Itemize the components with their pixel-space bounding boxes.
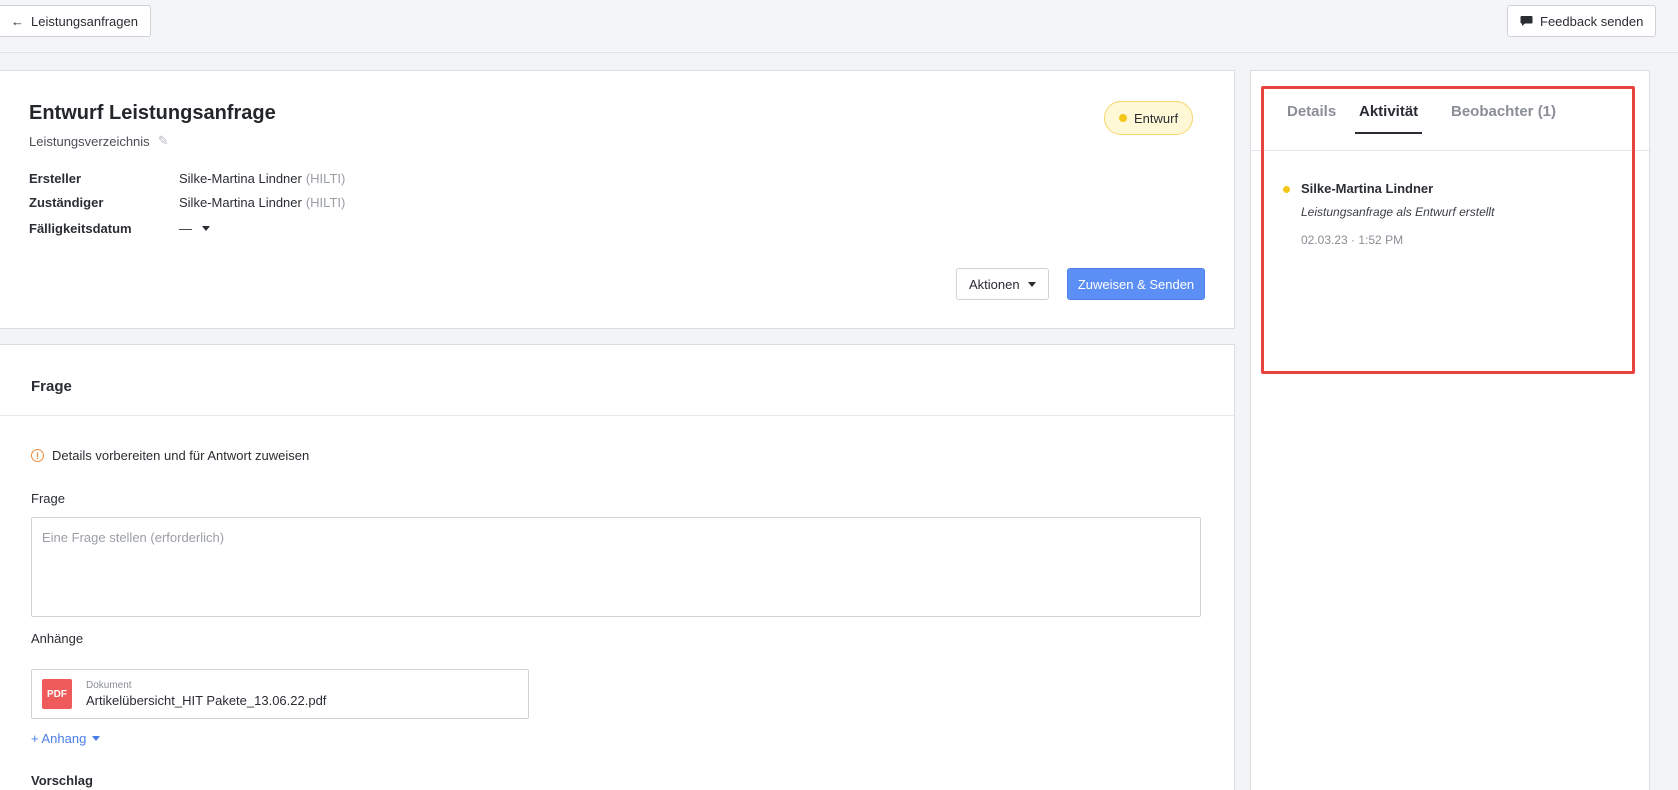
actions-button-label: Aktionen (969, 276, 1020, 292)
request-header-card: Entwurf Leistungsanfrage Leistungsverzei… (0, 70, 1235, 329)
due-date-dropdown[interactable]: — (179, 221, 210, 236)
request-subtitle: Leistungsverzeichnis ✎ (29, 133, 169, 149)
sidebar-panel: Details Aktivität Beobachter (1) Silke-M… (1250, 70, 1651, 790)
sidebar-tabs: Details Aktivität Beobachter (1) (1251, 71, 1651, 151)
tab-details[interactable]: Details (1287, 103, 1336, 132)
info-message-text: Details vorbereiten und für Antwort zuwe… (52, 448, 310, 463)
add-attachment-label: + Anhang (31, 731, 87, 746)
creator-row: Ersteller Silke-Martina Lindner (HILTI) (29, 171, 345, 186)
question-field-label: Frage (31, 491, 65, 506)
add-attachment-button[interactable]: + Anhang (31, 731, 101, 746)
due-date-value: — (179, 221, 192, 236)
speech-bubble-icon (1520, 16, 1533, 26)
tab-observers[interactable]: Beobachter (1) (1451, 103, 1556, 132)
suggestion-label: Vorschlag (31, 773, 93, 788)
section-divider (0, 415, 1234, 416)
activity-time: 02.03.23 · 1:52 PM (1301, 233, 1404, 247)
creator-label: Ersteller (29, 171, 82, 186)
due-date-label: Fälligkeitsdatum (29, 221, 132, 236)
subtitle-text: Leistungsverzeichnis (29, 133, 150, 149)
status-badge-label: Entwurf (1134, 110, 1179, 126)
top-bar: ← Leistungsanfragen Feedback senden (0, 0, 1678, 53)
assignee-name: Silke-Martina Lindner (179, 195, 302, 210)
status-badge: Entwurf (1104, 101, 1194, 135)
section-title: Frage (31, 378, 72, 395)
creator-company: (HILTI) (305, 171, 346, 186)
assignee-label: Zuständiger (29, 195, 104, 210)
alert-circle-icon: ! (31, 449, 44, 462)
back-button-label: Leistungsanfragen (31, 13, 138, 29)
creator-name: Silke-Martina Lindner (179, 171, 302, 186)
arrow-left-icon: ← (11, 13, 24, 29)
attachments-label: Anhänge (31, 631, 84, 646)
tab-activity[interactable]: Aktivität (1355, 103, 1423, 134)
assignee-row: Zuständiger Silke-Martina Lindner (HILTI… (29, 195, 345, 210)
chevron-down-icon (1027, 281, 1036, 287)
activity-user: Silke-Martina Lindner (1301, 181, 1434, 196)
attachment-type: Dokument (86, 680, 132, 691)
question-card: Frage ! Details vorbereiten und für Antw… (0, 344, 1235, 790)
question-input[interactable]: Eine Frage stellen (erforderlich) (31, 517, 1201, 617)
attachment-item[interactable]: PDF Dokument Artikelübersicht_HIT Pakete… (31, 669, 529, 719)
actions-button[interactable]: Aktionen (956, 268, 1049, 300)
info-message: ! Details vorbereiten und für Antwort zu… (31, 448, 309, 463)
pdf-icon: PDF (42, 679, 72, 709)
activity-dot-icon (1283, 186, 1290, 193)
chevron-down-icon (92, 736, 101, 741)
activity-text: Leistungsanfrage als Entwurf erstellt (1301, 205, 1495, 219)
status-dot-icon (1119, 114, 1127, 122)
chevron-down-icon (202, 226, 210, 231)
due-date-row: Fälligkeitsdatum — (29, 221, 210, 236)
page-title: Entwurf Leistungsanfrage (29, 102, 276, 124)
assignee-company: (HILTI) (305, 195, 346, 210)
back-button[interactable]: ← Leistungsanfragen (0, 5, 151, 37)
attachment-info: Dokument Artikelübersicht_HIT Pakete_13.… (86, 680, 326, 708)
pencil-icon[interactable]: ✎ (158, 133, 169, 149)
attachment-name: Artikelübersicht_HIT Pakete_13.06.22.pdf (86, 693, 327, 708)
feedback-button[interactable]: Feedback senden (1507, 5, 1657, 37)
assign-send-button[interactable]: Zuweisen & Senden (1067, 268, 1205, 300)
feedback-button-label: Feedback senden (1540, 13, 1644, 29)
